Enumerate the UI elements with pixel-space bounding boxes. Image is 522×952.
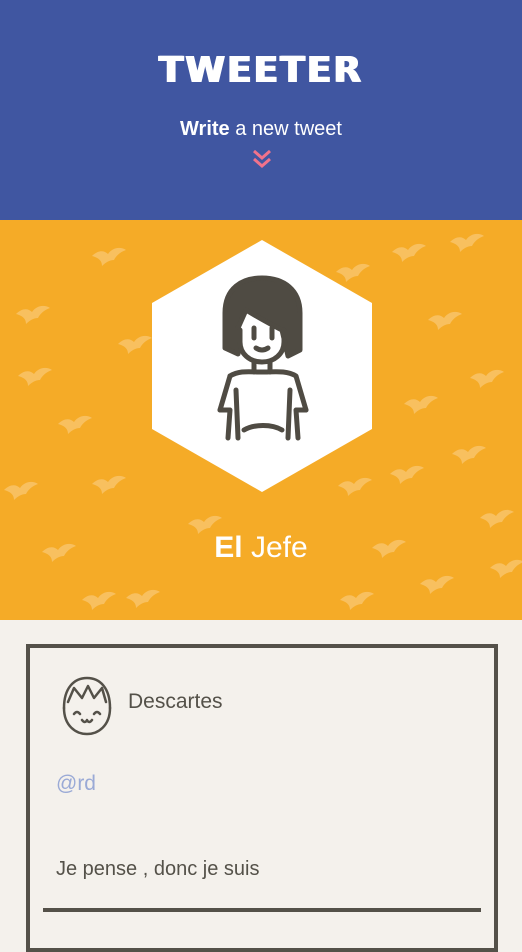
profile-name: El Jefe bbox=[0, 531, 522, 565]
double-chevron-down-icon[interactable] bbox=[251, 148, 273, 170]
tweet-handle: @rd bbox=[56, 772, 96, 795]
avatar-icon bbox=[62, 676, 112, 736]
tweet-divider bbox=[43, 908, 481, 912]
app-header: TWEETER Write a new tweet bbox=[0, 0, 522, 220]
profile-avatar bbox=[152, 240, 372, 492]
profile-first-name: El bbox=[214, 531, 243, 564]
compose-bold-text: Write bbox=[180, 118, 230, 140]
app-logo: TWEETER bbox=[158, 50, 364, 91]
profile-last-name: Jefe bbox=[250, 531, 308, 564]
compose-tweet-link[interactable]: Write a new tweet bbox=[0, 118, 522, 141]
tweet-text: Je pense , donc je suis bbox=[56, 858, 260, 880]
compose-rest-text: a new tweet bbox=[235, 118, 342, 140]
tweet-card[interactable]: Descartes @rd Je pense , donc je suis bbox=[26, 644, 498, 952]
tweet-author: Descartes bbox=[128, 690, 223, 713]
profile-section: El Jefe bbox=[0, 220, 522, 620]
